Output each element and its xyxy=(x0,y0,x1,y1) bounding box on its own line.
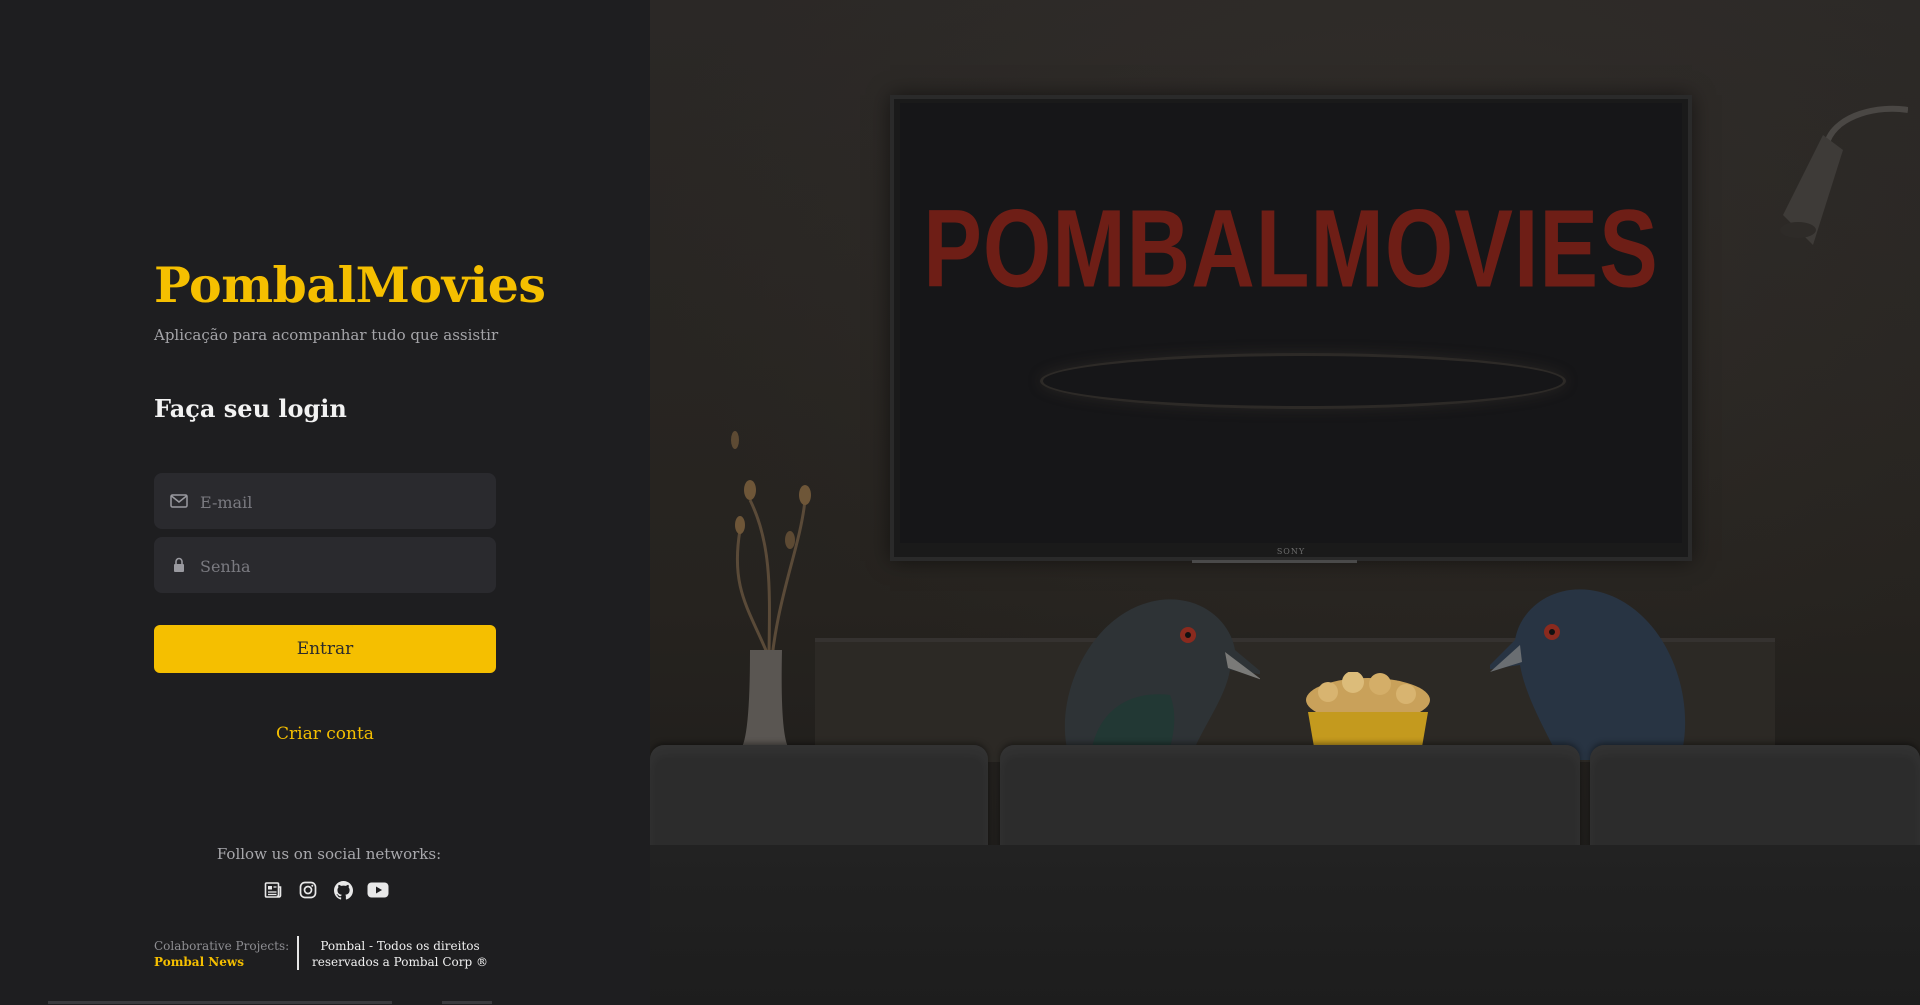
tv-light-ring xyxy=(1040,353,1566,409)
pombal-news-link[interactable]: Pombal News xyxy=(154,954,289,970)
tv-logo-text: POMBALMOVIES xyxy=(923,186,1659,311)
lock-icon xyxy=(174,557,184,572)
sofa-cushion-right xyxy=(1590,745,1920,855)
tv-screen: POMBALMOVIES xyxy=(900,103,1682,543)
tv-stand xyxy=(1192,560,1357,563)
login-heading: Faça seu login xyxy=(154,394,347,423)
github-icon[interactable] xyxy=(332,879,354,901)
mail-icon xyxy=(170,494,188,508)
social-links xyxy=(262,879,389,901)
email-input[interactable] xyxy=(198,473,482,531)
hero-image: POMBALMOVIES SONY xyxy=(650,0,1920,1005)
popcorn-bucket-icon xyxy=(1306,672,1430,747)
collab-projects: Colaborative Projects: Pombal News xyxy=(154,938,289,970)
wall-lamp-icon xyxy=(1780,105,1908,245)
password-input[interactable] xyxy=(198,537,482,595)
instagram-icon[interactable] xyxy=(297,879,319,901)
horizontal-scrollbar[interactable] xyxy=(48,1001,392,1004)
login-button[interactable]: Entrar xyxy=(154,625,496,673)
pigeon-left-icon xyxy=(1064,599,1260,760)
pigeon-right-icon xyxy=(1490,589,1686,760)
rights-line-2: reservados a Pombal Corp ® xyxy=(312,955,488,969)
login-panel: PombalMovies Aplicação para acompanhar t… xyxy=(0,0,650,1005)
social-heading: Follow us on social networks: xyxy=(216,845,442,863)
app-tagline: Aplicação para acompanhar tudo que assis… xyxy=(154,326,499,344)
create-account-link[interactable]: Criar conta xyxy=(154,724,496,744)
collab-label: Colaborative Projects: xyxy=(154,939,290,953)
youtube-icon[interactable] xyxy=(367,879,389,901)
tv-brand: SONY xyxy=(1276,547,1306,556)
password-field[interactable] xyxy=(154,537,496,595)
vase-plant-icon xyxy=(731,431,811,750)
sofa-cushion-middle xyxy=(1000,745,1580,855)
floor-shadow xyxy=(650,845,1920,1005)
television: POMBALMOVIES SONY xyxy=(890,95,1692,561)
scrollbar-segment xyxy=(442,1001,492,1004)
sofa-cushion-left xyxy=(650,745,988,855)
rights-line-1: Pombal - Todos os direitos xyxy=(320,939,480,953)
copyright-text: Pombal - Todos os direitos reservados a … xyxy=(310,938,490,970)
email-field[interactable] xyxy=(154,473,496,531)
footer-divider xyxy=(297,936,299,970)
app-title: PombalMovies xyxy=(154,256,546,314)
news-icon[interactable] xyxy=(262,879,284,901)
